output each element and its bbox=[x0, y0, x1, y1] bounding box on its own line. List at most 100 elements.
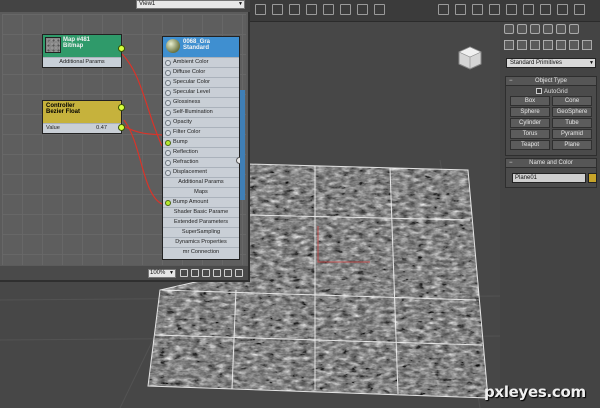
cameras-icon[interactable] bbox=[543, 40, 553, 50]
connected-socket[interactable] bbox=[165, 140, 171, 146]
slot-opacity[interactable]: Opacity bbox=[163, 117, 239, 127]
toolbar-tool-icon[interactable] bbox=[374, 4, 385, 15]
rollout-supersampling[interactable]: SuperSampling bbox=[163, 227, 239, 237]
slate-material-editor: View1 ▼ Map #481 Bitmap Additional Param… bbox=[0, 0, 250, 282]
controller-value-row[interactable]: Value 0.47 bbox=[43, 123, 121, 133]
toolbar-tool-icon[interactable] bbox=[438, 4, 449, 15]
rollout-shader-basic[interactable]: Shader Basic Parame bbox=[163, 207, 239, 217]
toolbar-tool-icon[interactable] bbox=[455, 4, 466, 15]
node-view[interactable]: Map #481 Bitmap Additional Params Contro… bbox=[2, 14, 246, 265]
input-socket[interactable] bbox=[165, 80, 171, 86]
zoom-extents-selected-icon[interactable] bbox=[224, 269, 232, 277]
zoom-icon[interactable] bbox=[191, 269, 199, 277]
toolbar-tool-icon[interactable] bbox=[574, 4, 585, 15]
pyramid-button[interactable]: Pyramid bbox=[552, 129, 592, 139]
toolbar-tool-icon[interactable] bbox=[255, 4, 266, 15]
cone-button[interactable]: Cone bbox=[552, 96, 592, 106]
pan-to-selected-icon[interactable] bbox=[235, 269, 243, 277]
modify-tab-icon[interactable] bbox=[517, 24, 527, 34]
toolbar-tool-icon[interactable] bbox=[357, 4, 368, 15]
slot-displacement[interactable]: Displacement bbox=[163, 167, 239, 177]
bitmap-output-socket[interactable] bbox=[118, 45, 125, 52]
zoom-extents-icon[interactable] bbox=[213, 269, 221, 277]
controller-value-socket[interactable] bbox=[118, 124, 125, 131]
slot-self-illumination[interactable]: Self-Illumination bbox=[163, 107, 239, 117]
node-view-scrollbar[interactable] bbox=[240, 90, 245, 200]
slot-ambient-color[interactable]: Ambient Color bbox=[163, 57, 239, 67]
rollout-extended-parameters[interactable]: Extended Parameters bbox=[163, 217, 239, 227]
slot-bump[interactable]: Bump bbox=[163, 137, 239, 147]
toolbar-tool-icon[interactable] bbox=[557, 4, 568, 15]
helpers-icon[interactable] bbox=[556, 40, 566, 50]
box-button[interactable]: Box bbox=[510, 96, 550, 106]
slot-reflection[interactable]: Reflection bbox=[163, 147, 239, 157]
object-color-swatch[interactable] bbox=[588, 173, 597, 183]
teapot-button[interactable]: Teapot bbox=[510, 140, 550, 150]
input-socket[interactable] bbox=[165, 60, 171, 66]
controller-node[interactable]: Controller Bezier Float Value 0.47 bbox=[42, 100, 125, 134]
pan-icon[interactable] bbox=[180, 269, 188, 277]
autogrid-checkbox[interactable]: AutoGrid bbox=[536, 88, 568, 95]
maps-group[interactable]: Maps bbox=[163, 187, 239, 197]
toolbar-tool-icon[interactable] bbox=[472, 4, 483, 15]
input-socket[interactable] bbox=[165, 120, 171, 126]
systems-icon[interactable] bbox=[582, 40, 592, 50]
bitmap-additional-params[interactable]: Additional Params bbox=[43, 57, 121, 67]
input-socket[interactable] bbox=[165, 100, 171, 106]
object-type-rollout-header[interactable]: − Object Type bbox=[505, 76, 597, 86]
zoom-region-icon[interactable] bbox=[202, 269, 210, 277]
toolbar-tool-icon[interactable] bbox=[489, 4, 500, 15]
input-socket[interactable] bbox=[165, 130, 171, 136]
cylinder-button[interactable]: Cylinder bbox=[510, 118, 550, 128]
controller-output-socket[interactable] bbox=[118, 104, 125, 111]
bitmap-node[interactable]: Map #481 Bitmap Additional Params bbox=[42, 34, 125, 68]
hierarchy-tab-icon[interactable] bbox=[530, 24, 540, 34]
rollout-dynamics-properties[interactable]: Dynamics Properties bbox=[163, 237, 239, 247]
toolbar-tool-icon[interactable] bbox=[523, 4, 534, 15]
slot-specular-color[interactable]: Specular Color bbox=[163, 77, 239, 87]
input-socket[interactable] bbox=[165, 110, 171, 116]
slot-refraction[interactable]: Refraction bbox=[163, 157, 239, 167]
view-dropdown[interactable]: View1 ▼ bbox=[136, 0, 245, 9]
toolbar-tool-icon[interactable] bbox=[506, 4, 517, 15]
controller-value-label: Value bbox=[46, 125, 60, 131]
toolbar-tool-icon[interactable] bbox=[306, 4, 317, 15]
lights-icon[interactable] bbox=[530, 40, 540, 50]
utilities-tab-icon[interactable] bbox=[569, 24, 579, 34]
torus-button[interactable]: Torus bbox=[510, 129, 550, 139]
slot-bump-amount[interactable]: Bump Amount bbox=[163, 197, 239, 207]
viewcube-icon[interactable] bbox=[456, 44, 484, 72]
input-socket[interactable] bbox=[165, 170, 171, 176]
spacewarps-icon[interactable] bbox=[569, 40, 579, 50]
toolbar-tool-icon[interactable] bbox=[323, 4, 334, 15]
slot-specular-level[interactable]: Specular Level bbox=[163, 87, 239, 97]
geosphere-button[interactable]: GeoSphere bbox=[552, 107, 592, 117]
object-name-field[interactable]: Plane01 bbox=[512, 173, 586, 183]
input-socket[interactable] bbox=[165, 160, 171, 166]
tube-button[interactable]: Tube bbox=[552, 118, 592, 128]
plane-button[interactable]: Plane bbox=[552, 140, 592, 150]
material-node[interactable]: 0068_Gra Standard Ambient Color Diffuse … bbox=[162, 36, 243, 260]
toolbar-tool-icon[interactable] bbox=[340, 4, 351, 15]
slot-glossiness[interactable]: Glossiness bbox=[163, 97, 239, 107]
toolbar-tool-icon[interactable] bbox=[272, 4, 283, 15]
create-tab-icon[interactable] bbox=[504, 24, 514, 34]
display-tab-icon[interactable] bbox=[556, 24, 566, 34]
slot-filter-color[interactable]: Filter Color bbox=[163, 127, 239, 137]
input-socket[interactable] bbox=[165, 90, 171, 96]
zoom-dropdown[interactable]: 100% ▼ bbox=[148, 269, 176, 278]
shapes-icon[interactable] bbox=[517, 40, 527, 50]
motion-tab-icon[interactable] bbox=[543, 24, 553, 34]
input-socket[interactable] bbox=[165, 150, 171, 156]
slot-diffuse-color[interactable]: Diffuse Color bbox=[163, 67, 239, 77]
connected-socket[interactable] bbox=[165, 200, 171, 206]
name-color-rollout-header[interactable]: − Name and Color bbox=[505, 158, 597, 168]
geometry-icon[interactable] bbox=[504, 40, 514, 50]
toolbar-tool-icon[interactable] bbox=[289, 4, 300, 15]
input-socket[interactable] bbox=[165, 70, 171, 76]
rollout-mr-connection[interactable]: mr Connection bbox=[163, 247, 239, 257]
toolbar-tool-icon[interactable] bbox=[540, 4, 551, 15]
sphere-button[interactable]: Sphere bbox=[510, 107, 550, 117]
additional-params-group[interactable]: Additional Params bbox=[163, 177, 239, 187]
primitive-category-dropdown[interactable]: Standard Primitives ▼ bbox=[506, 58, 596, 68]
